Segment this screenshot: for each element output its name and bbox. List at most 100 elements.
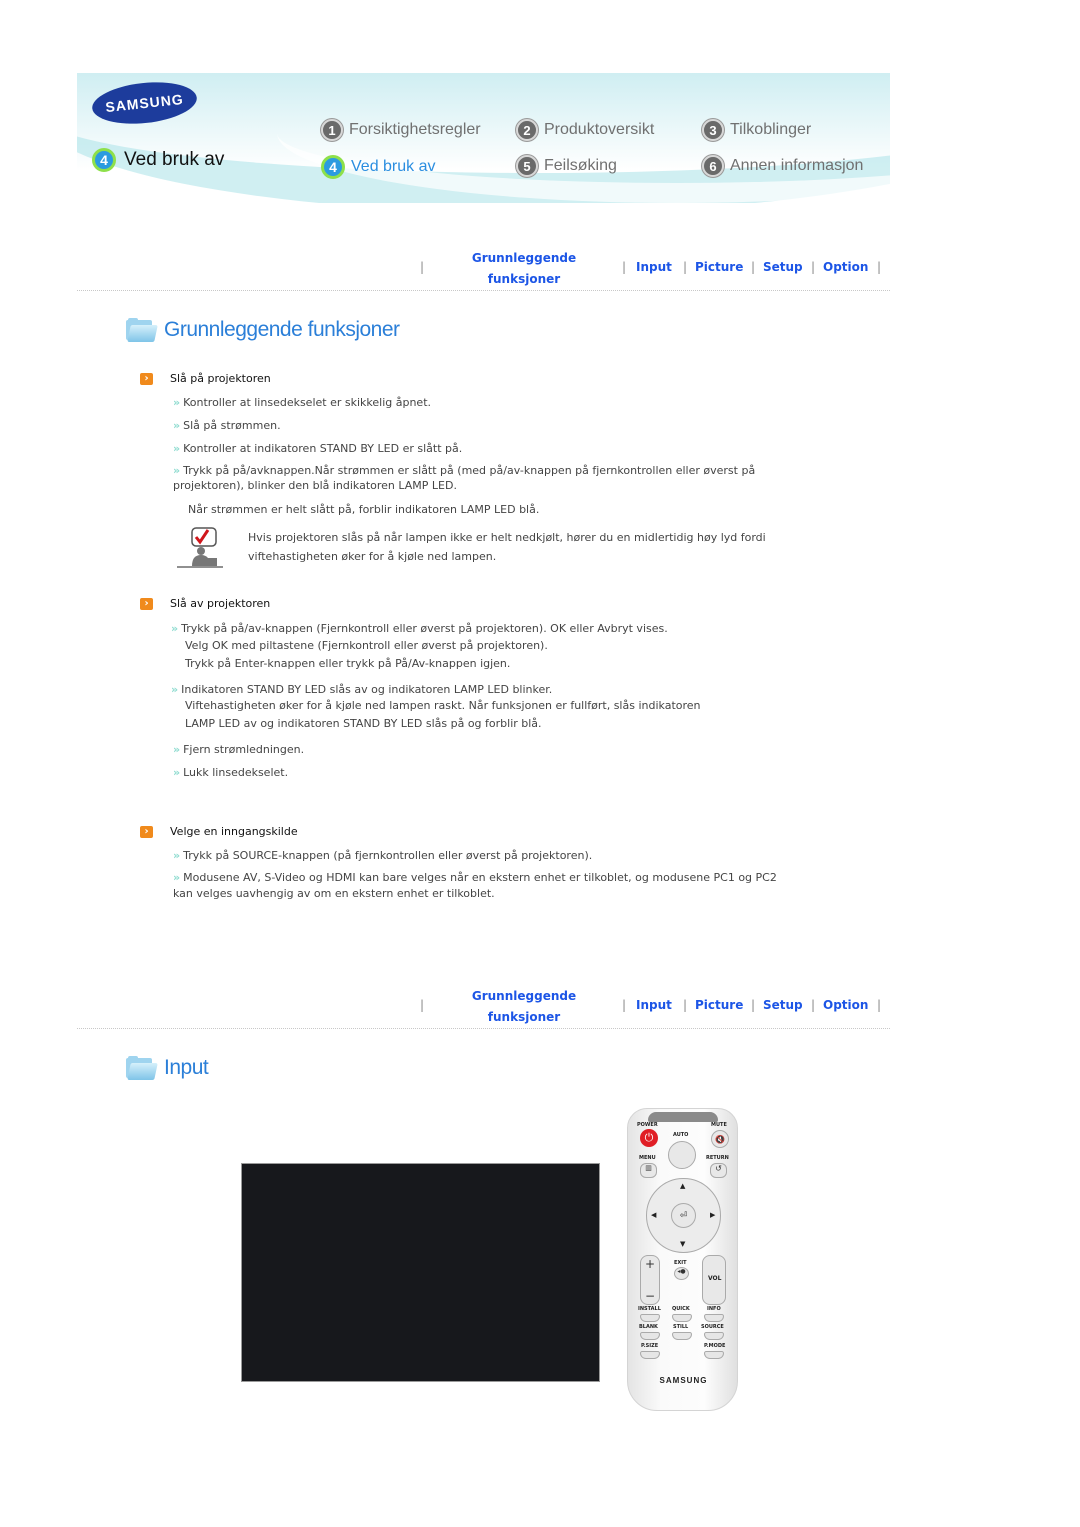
return-icon[interactable]: ↺ [710,1163,727,1178]
nav-item-ved-bruk-av[interactable]: 4 Ved bruk av [321,155,436,179]
folder-icon [126,318,158,342]
subnav-link-setup[interactable]: Setup [763,998,803,1012]
list-item: » Modusene AV, S-Video og HDMI kan bare v… [173,871,777,884]
section-title: Grunnleggende funksjoner [164,318,400,341]
remote-ir-window [648,1112,718,1122]
list-item: » Trykk på SOURCE-knappen (på fjernkontro… [173,849,593,862]
subnav-link-picture[interactable]: Picture [695,998,743,1012]
subnav-link-option[interactable]: Option [823,260,868,274]
list-item: » Lukk linsedekselet. [173,766,289,779]
quick-label: QUICK [672,1306,690,1312]
remote-brand-logo: SAMSUNG [659,1376,708,1385]
subnav-link-input[interactable]: Input [636,998,672,1012]
left-arrow-icon[interactable]: ◀ [651,1211,656,1219]
mute-icon[interactable]: 🔇 [711,1130,729,1148]
separator: | [683,998,688,1012]
list-item-continuation: Velg OK med piltastene (Fjernkontroll el… [185,639,548,652]
separator: | [420,260,425,274]
chevron-bullet-icon: » [173,419,181,432]
list-item: » Indikatoren STAND BY LED slås av og ind… [171,683,553,696]
right-arrow-icon[interactable]: ▶ [710,1211,715,1219]
topic-title: Slå av projektoren [170,597,271,610]
link-line-2: funksjoner [487,1010,561,1024]
nav-item-feilsoking[interactable]: 5 Feilsøking [516,155,617,177]
number-1-icon: 1 [321,119,343,141]
power-icon[interactable]: ⏻ [640,1129,658,1147]
enter-icon[interactable]: ⏎ [671,1203,696,1228]
source-button[interactable] [704,1332,724,1340]
menu-label: MENU [639,1155,656,1161]
section-number-badge: 4 [92,148,116,172]
subnav-link-picture[interactable]: Picture [695,260,743,274]
power-label: POWER [637,1122,658,1128]
blank-label: BLANK [639,1324,658,1330]
menu-icon[interactable]: ▥ [640,1163,657,1178]
chevron-bullet-icon: » [173,766,181,779]
install-button[interactable] [640,1314,660,1322]
orange-arrow-bullet-icon: › [140,372,153,385]
info-label: INFO [707,1306,721,1312]
exit-icon[interactable]: ◂● [674,1267,689,1280]
up-arrow-icon[interactable]: ▲ [680,1182,685,1190]
info-button[interactable] [704,1314,724,1322]
pmode-label: P.MODE [704,1343,726,1349]
keystone-rocker[interactable]: + − [640,1255,660,1305]
number-5-icon: 5 [516,155,538,177]
link-line-1: Grunnleggende [471,251,577,265]
number-6-icon: 6 [702,155,724,177]
list-item: » Slå på strømmen. [173,419,281,432]
current-section-title: 4 Ved bruk av [92,148,224,172]
blank-button[interactable] [640,1332,660,1340]
separator: | [622,260,627,274]
orange-arrow-bullet-icon: › [140,825,153,838]
quick-button[interactable] [672,1314,692,1322]
folder-icon [126,1056,158,1080]
list-item: » Trykk på på/avknappen.Når strømmen er s… [173,464,756,477]
nav-item-produktoversikt[interactable]: 2 Produktoversikt [516,119,654,141]
topic-title: Velge en inngangskilde [170,825,298,838]
list-item-text: Når strømmen er helt slått på, forblir i… [188,503,540,516]
install-label: INSTALL [638,1306,661,1312]
subnav-link-option[interactable]: Option [823,998,868,1012]
separator: | [811,260,816,274]
list-item: » Fjern strømledningen. [173,743,305,756]
psize-button[interactable] [640,1351,660,1359]
separator: | [420,998,425,1012]
return-label: RETURN [706,1155,729,1161]
subnav-link-grunnleggende-funksjoner[interactable]: Grunnleggende funksjoner [464,248,584,290]
note-text-line-1: Hvis projektoren slås på når lampen ikke… [248,531,766,544]
chevron-bullet-icon: » [171,622,179,635]
orange-arrow-bullet-icon: › [140,597,153,610]
auto-label: AUTO [673,1132,689,1138]
separator: | [811,998,816,1012]
list-item: » Kontroller at indikatoren STAND BY LED … [173,442,463,455]
subnav-link-setup[interactable]: Setup [763,260,803,274]
subnav-link-input[interactable]: Input [636,260,672,274]
list-item-continuation: Trykk på Enter-knappen eller trykk på På… [185,657,511,670]
list-item-continuation: Viftehastigheten øker for å kjøle ned la… [185,699,701,712]
note-text-line-2: viftehastigheten øker for å kjøle ned la… [248,550,497,563]
nav-label: Ved bruk av [351,158,436,175]
projection-screen-image [241,1163,600,1382]
current-section-label: Ved bruk av [124,149,225,170]
nav-label: Produktoversikt [544,121,655,138]
auto-button[interactable] [668,1141,696,1169]
down-arrow-icon[interactable]: ▼ [680,1240,685,1248]
separator: | [622,998,627,1012]
chevron-bullet-icon: » [173,743,181,756]
still-button[interactable] [672,1332,692,1340]
nav-label: Feilsøking [544,157,617,174]
separator: | [877,998,882,1012]
chevron-bullet-icon: » [173,849,181,862]
separator: | [683,260,688,274]
vol-label: VOL [708,1275,722,1282]
nav-item-tilkoblinger[interactable]: 3 Tilkoblinger [702,119,811,141]
topic-heading: › Slå av projektoren [140,597,270,610]
link-line-1: Grunnleggende [471,989,577,1003]
subnav-link-grunnleggende-funksjoner[interactable]: Grunnleggende funksjoner [464,986,584,1028]
section-title: Input [164,1056,209,1079]
pmode-button[interactable] [704,1351,724,1359]
nav-item-forsiktighetsregler[interactable]: 1 Forsiktighetsregler [321,119,481,141]
note-checkmark-icon [177,527,223,568]
nav-item-annen-informasjon[interactable]: 6 Annen informasjon [702,155,863,177]
